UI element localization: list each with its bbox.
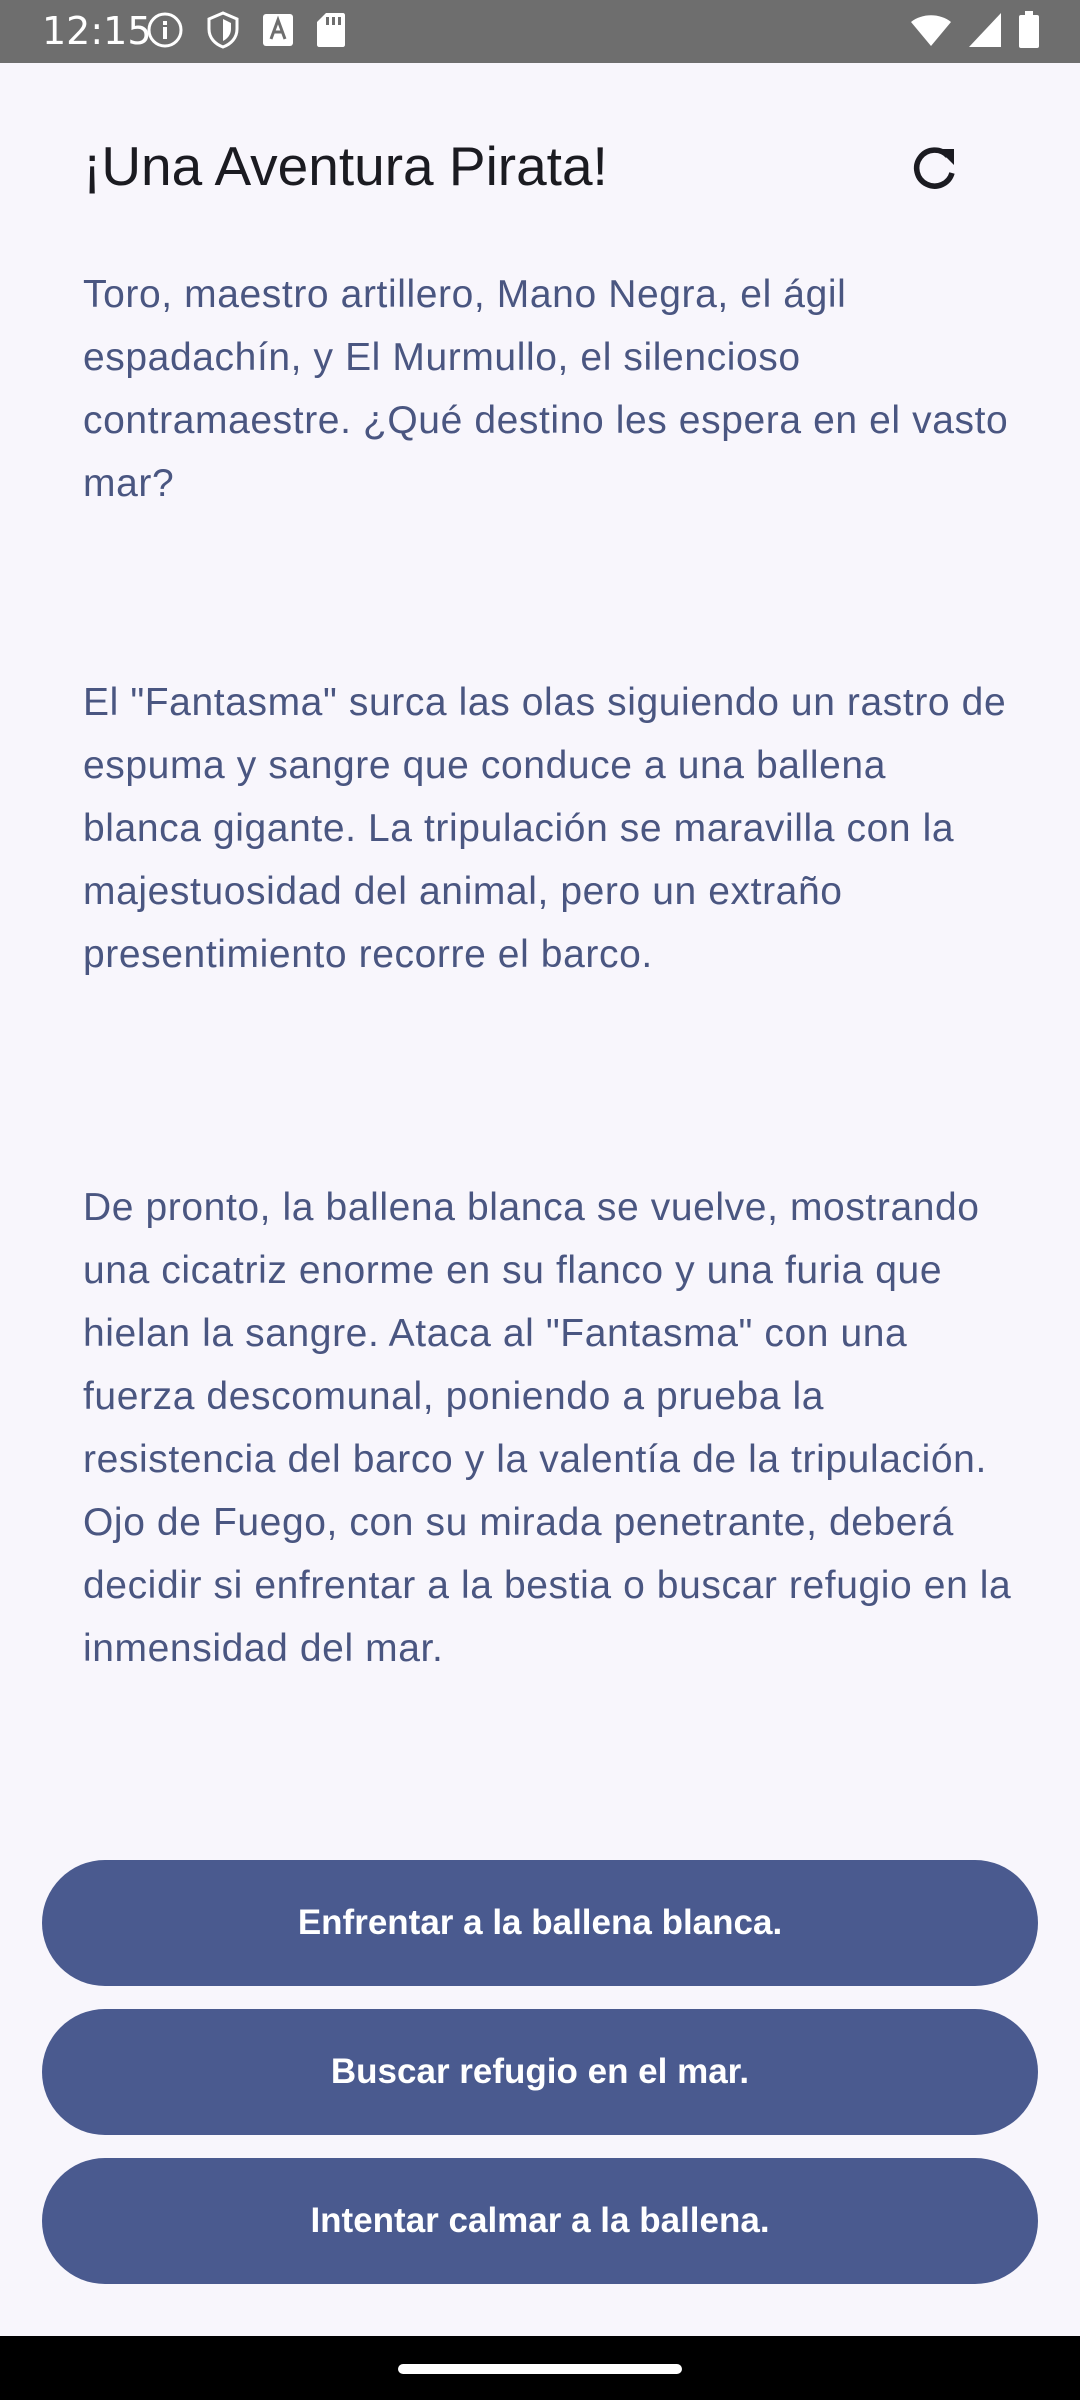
navigation-bar xyxy=(0,2336,1080,2400)
choice-button-2[interactable]: Buscar refugio en el mar. xyxy=(42,2009,1038,2135)
battery-icon xyxy=(1018,10,1040,54)
page-title: ¡Una Aventura Pirata! xyxy=(83,135,608,197)
refresh-button[interactable] xyxy=(896,133,972,209)
refresh-icon xyxy=(908,143,960,200)
story-paragraph: De pronto, la ballena blanca se vuelve, … xyxy=(83,1186,1012,1670)
app-screen: 12:15 ¡Una Aventura Pirata! Toro, maestr… xyxy=(0,0,1080,2400)
story-paragraph: El "Fantasma" surca las olas siguiendo u… xyxy=(83,681,1007,976)
home-indicator[interactable] xyxy=(398,2364,682,2374)
app-bar: ¡Una Aventura Pirata! xyxy=(0,63,1080,263)
choice-button-3[interactable]: Intentar calmar a la ballena. xyxy=(42,2158,1038,2284)
choice-button-1[interactable]: Enfrentar a la ballena blanca. xyxy=(42,1860,1038,1986)
story-text: la Sirenita, la bella y astuta navegante… xyxy=(83,0,1013,1800)
